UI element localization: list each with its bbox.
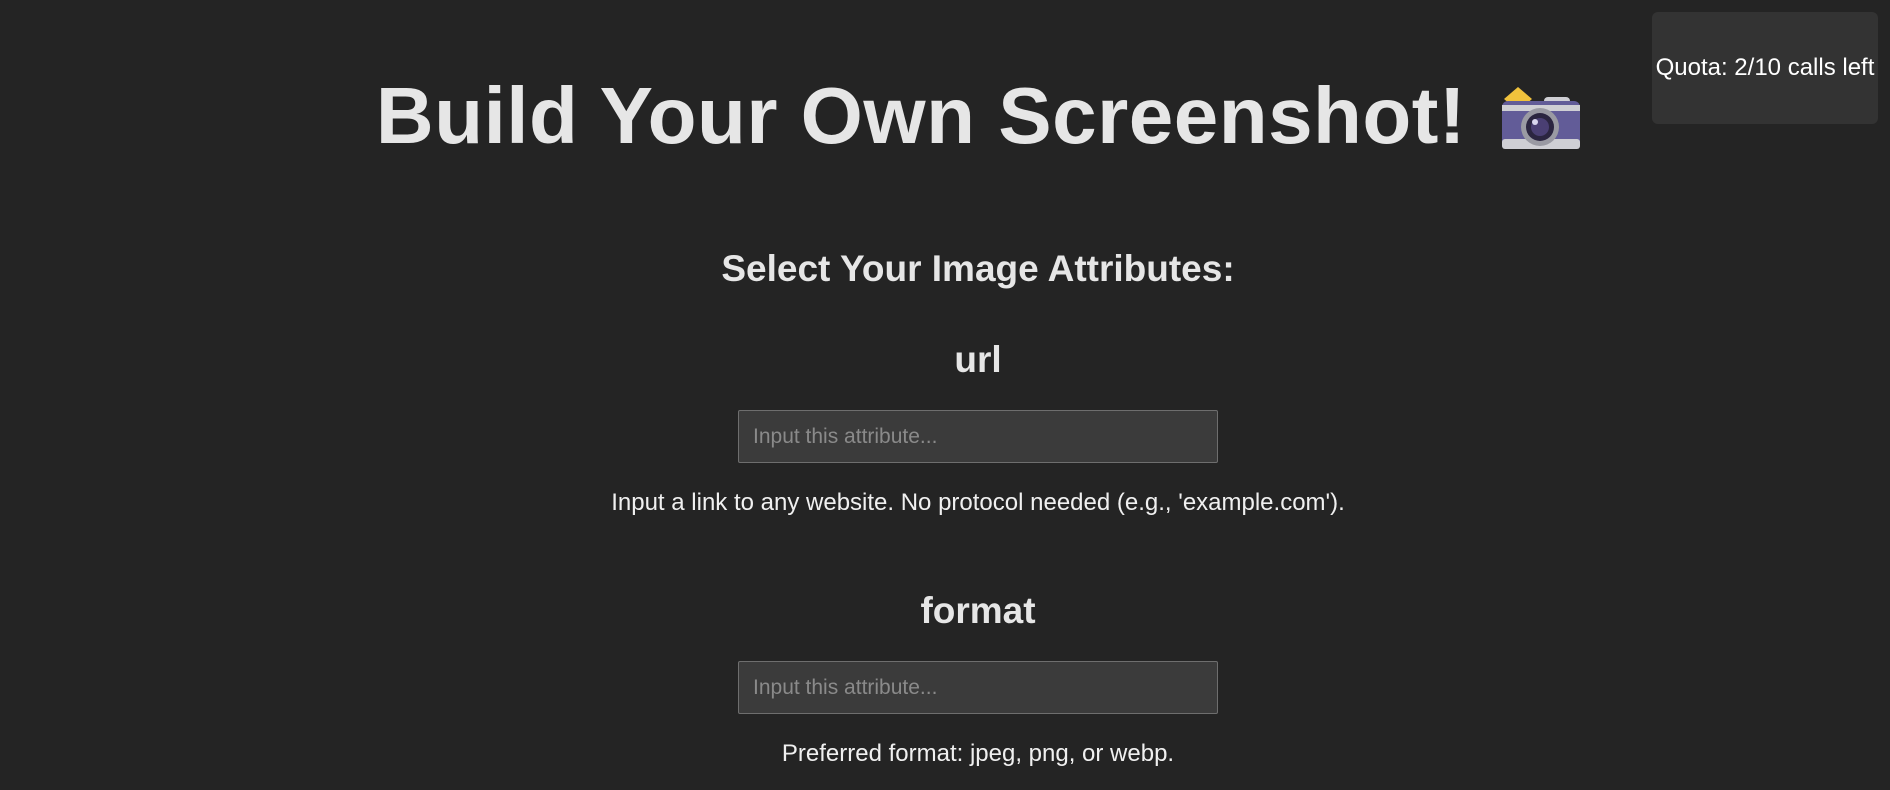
attribute-url: url Input a link to any website. No prot… [0, 338, 1890, 517]
form-heading: Select Your Image Attributes: [721, 248, 1235, 289]
url-input[interactable] [738, 410, 1218, 463]
page: Quota: 2/10 calls left Build Your Own Sc… [0, 0, 1890, 790]
page-title: Build Your Own Screenshot! [375, 71, 1467, 160]
attribute-format: format Preferred format: jpeg, png, or w… [0, 589, 1890, 768]
header: Build Your Own Screenshot! [0, 70, 1890, 162]
format-input[interactable] [738, 661, 1218, 714]
camera-icon [1500, 87, 1581, 157]
attribute-label-format: format [920, 590, 1036, 631]
format-help-text: Preferred format: jpeg, png, or webp. [781, 740, 1175, 767]
attribute-label-url: url [954, 339, 1002, 380]
url-help-text: Input a link to any website. No protocol… [611, 489, 1345, 516]
